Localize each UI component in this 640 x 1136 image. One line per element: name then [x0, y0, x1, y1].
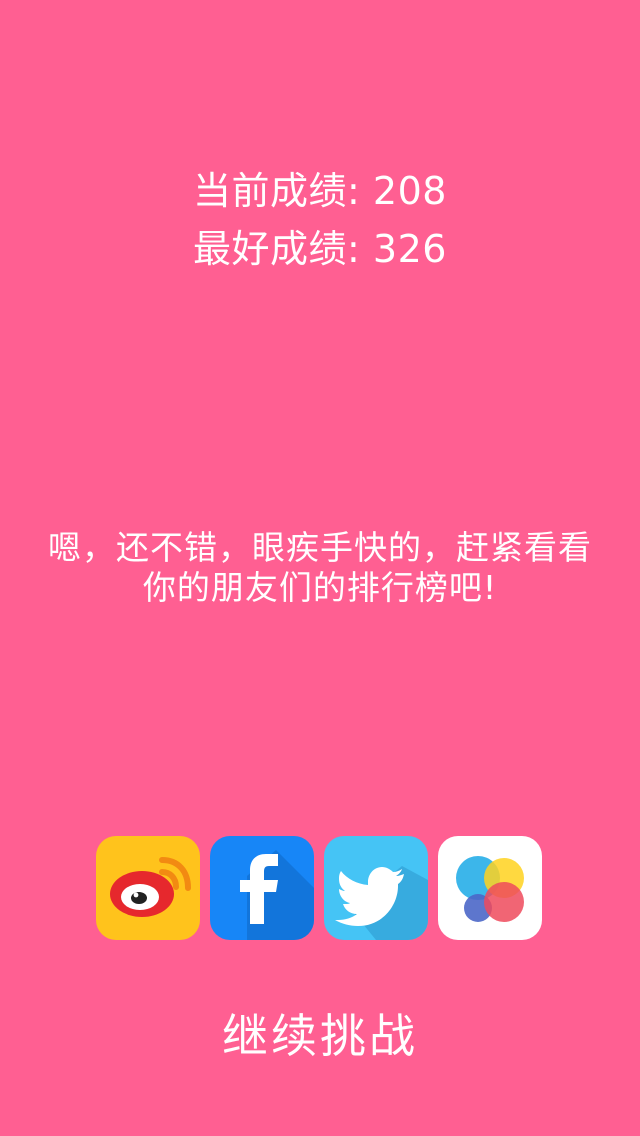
- game-center-icon: [456, 856, 524, 922]
- result-message-line-1: 嗯，还不错，眼疾手快的，赶紧看看: [48, 528, 592, 567]
- game-center-button[interactable]: [438, 836, 542, 940]
- continue-challenge-button[interactable]: 继续挑战: [170, 1004, 470, 1068]
- twitter-share-button[interactable]: [324, 836, 428, 940]
- share-buttons: [96, 836, 542, 940]
- result-message-line-2: 你的朋友们的排行榜吧!: [142, 568, 498, 607]
- weibo-share-button[interactable]: [96, 836, 200, 940]
- game-result-screen: 当前成绩: 208 最好成绩: 326 嗯，还不错，眼疾手快的，赶紧看看 你的朋…: [0, 0, 640, 1136]
- facebook-share-button[interactable]: [210, 836, 314, 940]
- facebook-icon: [240, 850, 314, 940]
- best-score: 最好成绩: 326: [193, 227, 447, 271]
- current-score: 当前成绩: 208: [193, 169, 447, 213]
- score-panel: 当前成绩: 208 最好成绩: 326: [0, 162, 640, 278]
- weibo-icon: [110, 857, 191, 917]
- twitter-icon: [335, 866, 428, 940]
- result-message: 嗯，还不错，眼疾手快的，赶紧看看 你的朋友们的排行榜吧!: [20, 528, 620, 608]
